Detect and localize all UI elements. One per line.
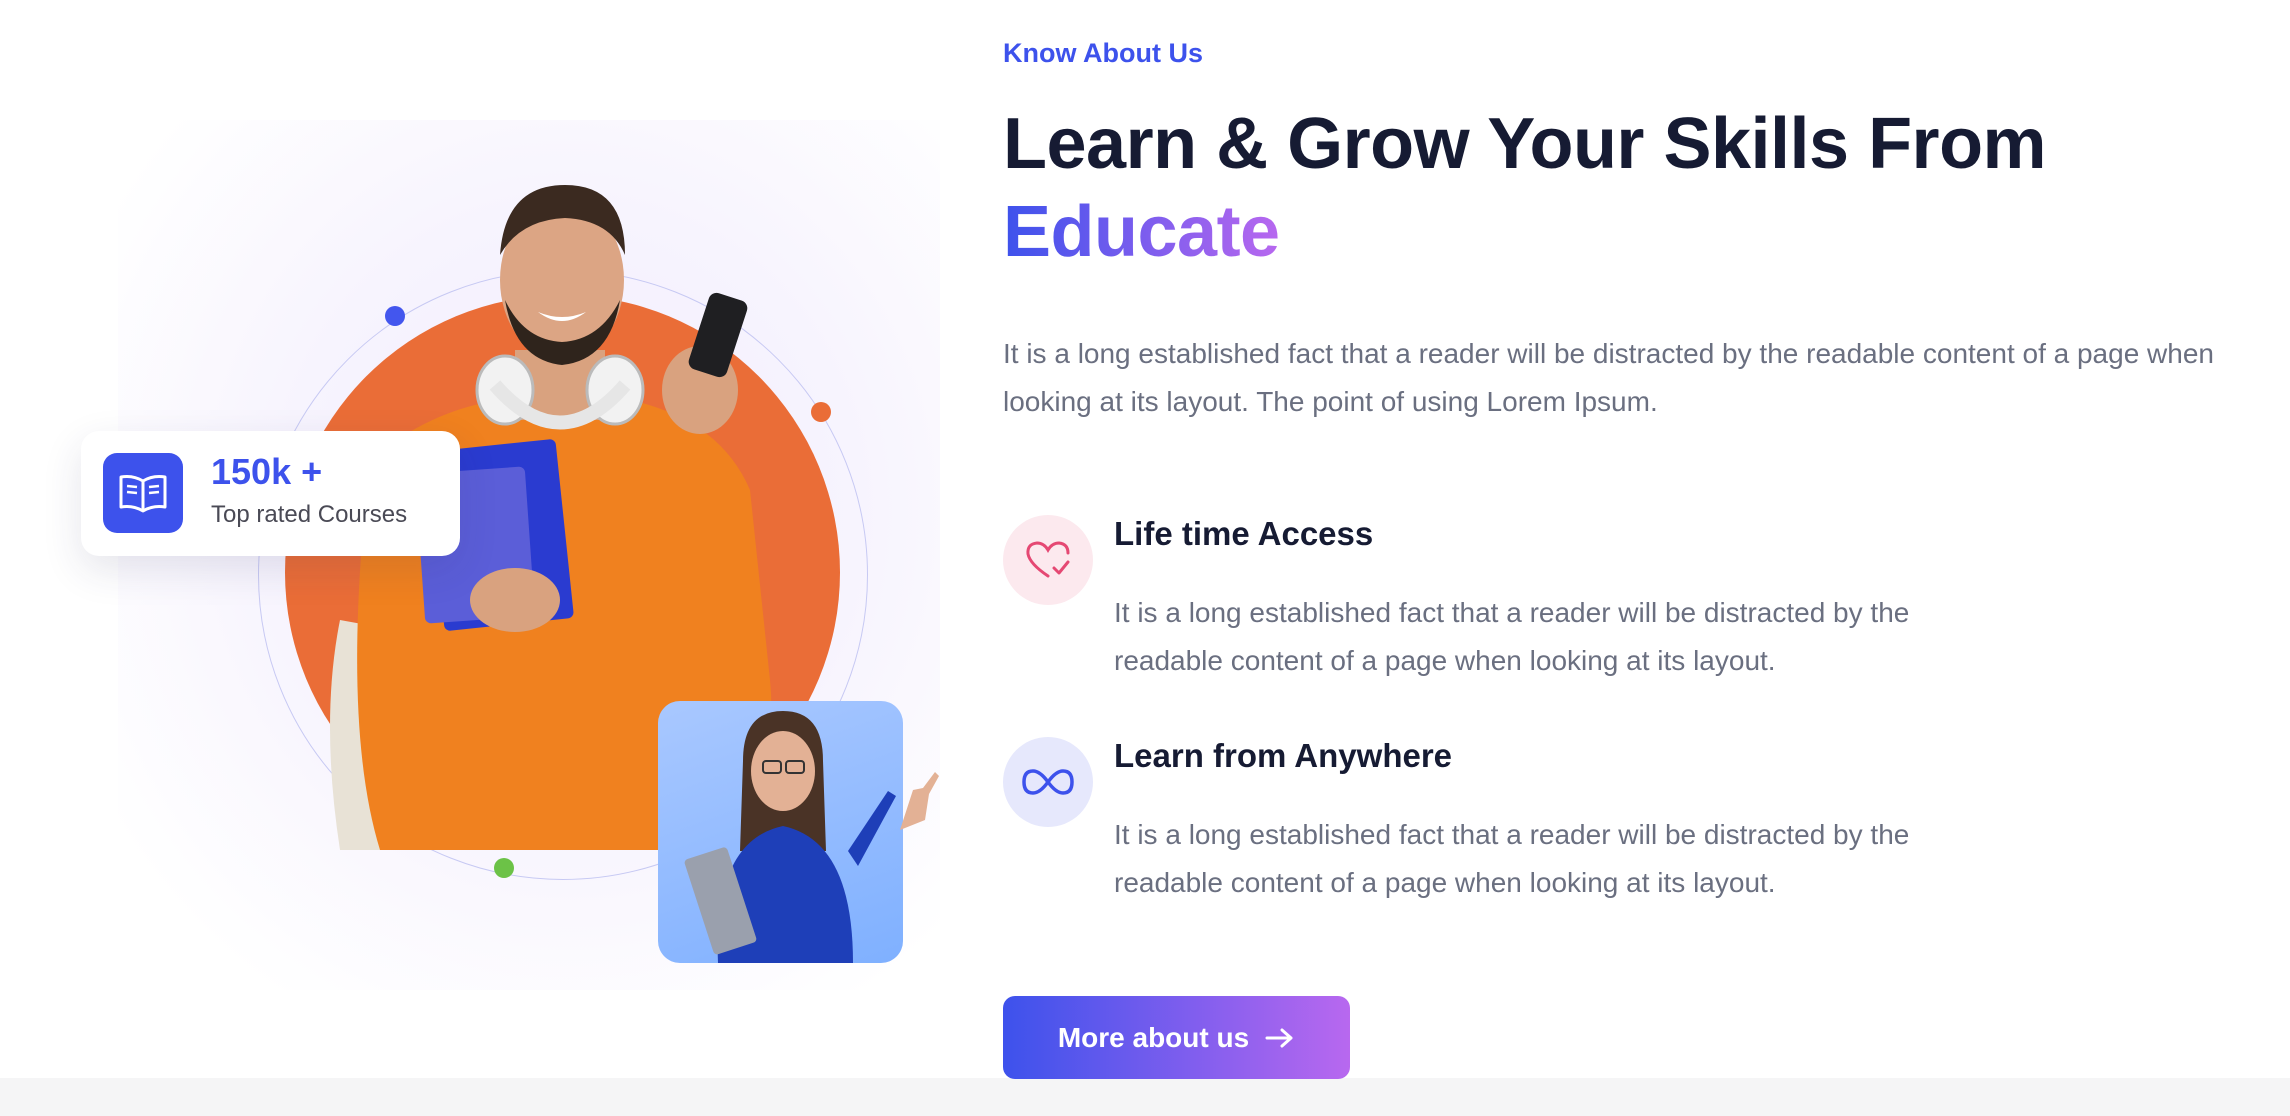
pointing-hand — [900, 772, 939, 830]
arrow-right-icon — [1265, 1028, 1293, 1047]
stat-card: 150k + Top rated Courses — [81, 431, 460, 556]
heading-main: Learn & Grow Your Skills From — [1003, 104, 2047, 184]
feature-title: Life time Access — [1114, 515, 1374, 552]
stat-value: 150k + — [211, 451, 323, 492]
next-section-band — [0, 1078, 2290, 1116]
book-open-icon — [103, 453, 183, 533]
instructor-photo — [684, 711, 896, 963]
feature-description: It is a long established fact that a rea… — [1114, 819, 1910, 898]
cta-label: More about us — [1057, 1021, 1250, 1053]
heart-check-icon — [1003, 515, 1093, 605]
more-about-us-button[interactable]: More about us — [1003, 996, 1350, 1079]
infinity-icon — [1003, 737, 1093, 827]
feature-title: Learn from Anywhere — [1114, 737, 1453, 774]
feature-description: It is a long established fact that a rea… — [1114, 597, 1910, 676]
feature-item-learn-anywhere: Learn from Anywhere It is a long establi… — [1003, 737, 2203, 937]
stat-label: Top rated Courses — [211, 501, 408, 528]
instructor-photo-card — [658, 701, 903, 963]
green-dot — [494, 858, 514, 878]
heading-accent: Educate — [1003, 192, 1280, 272]
section-heading: Learn & Grow Your Skills From Educate — [1003, 100, 2203, 276]
section-eyebrow: Know About Us — [1003, 38, 1203, 68]
intro-paragraph: It is a long established fact that a rea… — [1003, 338, 2214, 417]
feature-item-lifetime-access: Life time Access It is a long establishe… — [1003, 515, 2203, 715]
